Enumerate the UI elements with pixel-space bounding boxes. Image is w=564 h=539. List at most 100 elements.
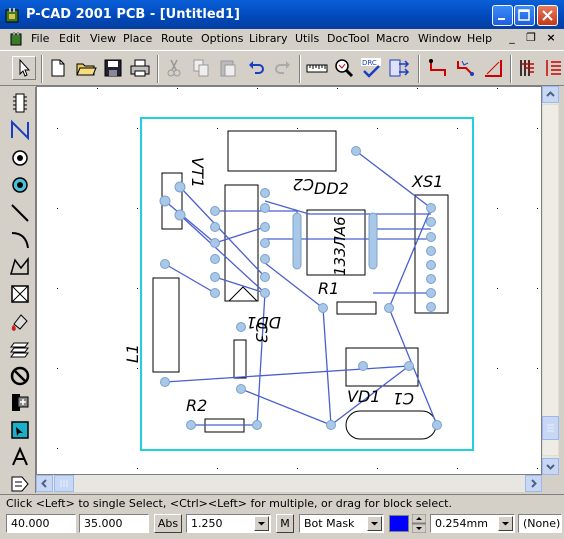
grid-dropdown-button[interactable] [254,516,269,531]
cut-button[interactable] [162,56,186,80]
menu-macro[interactable]: Macro [376,32,409,45]
new-button[interactable] [46,56,70,80]
route-miter-button[interactable] [481,56,505,80]
place-plane-button[interactable] [8,337,32,361]
minimize-icon [498,18,505,20]
vertical-track[interactable] [542,104,559,456]
menu-options[interactable]: Options [201,32,243,45]
spinner-arrows-icon [411,513,427,534]
route-interactive-button[interactable] [454,56,478,80]
place-point-button[interactable] [8,418,32,442]
drc-button[interactable]: DRC [359,56,383,80]
scroll-up-button[interactable] [542,86,559,103]
menu-window[interactable]: Window [418,32,461,45]
chevron-right-icon [531,479,537,488]
route-manual-button[interactable] [427,56,451,80]
connection-icon [11,119,29,141]
status-message: Click <Left> to single Select, <Ctrl><Le… [6,497,452,510]
menu-edit[interactable]: Edit [59,32,80,45]
scroll-right-button[interactable] [525,475,542,492]
copy-button[interactable] [189,56,213,80]
place-room-button[interactable] [8,391,32,415]
menu-place[interactable]: Place [123,32,152,45]
menu-route[interactable]: Route [161,32,193,45]
width-spinner[interactable] [411,513,427,534]
place-keepout-button[interactable] [8,364,32,388]
menu-doctool[interactable]: DocTool [327,32,370,45]
toolbar-separator [41,55,43,83]
zoom-button[interactable] [332,56,356,80]
metric-toggle-button[interactable]: M [276,514,294,533]
netlist-button[interactable] [387,56,411,80]
toolbar-separator [418,55,420,83]
menu-help[interactable]: Help [467,32,492,45]
place-via-button[interactable] [8,173,32,197]
route-multi-button[interactable] [543,56,564,80]
mdi-close-button[interactable]: × [543,31,559,46]
place-connection-button[interactable] [8,118,32,142]
vertical-scrollbar[interactable] [542,86,559,475]
pcad-app-icon [5,8,19,23]
save-button[interactable] [101,56,125,80]
pcb-canvas[interactable]: VT1 DD2 C2 133ЛА6 XS1 R1 DD1 C3 L1 VD1 R… [36,86,542,475]
maximize-icon [518,9,530,21]
minimize-button[interactable] [492,5,513,26]
plane-layers-icon [10,342,29,358]
place-text-button[interactable] [8,445,32,469]
copper-pour-icon [11,314,28,331]
print-button[interactable] [128,56,152,80]
net-select[interactable]: (None) [518,514,562,533]
layer-color-swatch[interactable] [389,515,409,532]
layer-select[interactable]: Bot Mask [299,514,384,533]
select-tool-button[interactable] [12,56,36,80]
abs-toggle-button[interactable]: Abs [154,514,182,533]
menu-file[interactable]: File [31,32,49,45]
place-attribute-button[interactable] [8,472,32,496]
dd1-outline [224,184,259,302]
place-copper-pour-button[interactable] [8,310,32,334]
x-coordinate-field[interactable]: 40.000 [6,514,76,533]
route-manual-icon [429,59,446,76]
width-dropdown-button[interactable] [498,516,513,531]
place-polygon-button[interactable] [8,255,32,279]
vertical-thumb[interactable] [542,416,559,440]
scroll-left-button[interactable] [36,475,53,492]
line-width-select[interactable]: 0.254mm [430,514,515,533]
horizontal-thumb[interactable] [54,475,74,492]
menu-view[interactable]: View [90,32,116,45]
open-button[interactable] [74,56,98,80]
drc-check-icon: DRC [361,58,381,78]
label-vt1: VT1 [188,157,207,188]
attribute-icon [11,476,29,492]
place-cutout-button[interactable] [8,282,32,306]
redo-button[interactable] [271,56,295,80]
pcb-drawing[interactable]: VT1 DD2 C2 133ЛА6 XS1 R1 DD1 C3 L1 VD1 R… [37,87,542,475]
new-file-icon [51,59,65,77]
place-component-button[interactable] [8,91,32,115]
mdi-restore-button[interactable]: ❐ [523,31,539,46]
place-pad-button[interactable] [8,146,32,170]
document-icon[interactable] [10,31,24,46]
undo-button[interactable] [244,56,268,80]
mdi-minimize-button[interactable]: _ [504,31,520,46]
menu-library[interactable]: Library [249,32,287,45]
coordinate-bar: 40.000 35.000 Abs 1.250 M Bot Mask 0.254… [0,512,564,539]
close-button[interactable] [537,5,558,26]
place-line-button[interactable] [8,201,32,225]
label-xs1: XS1 [411,172,443,191]
toolbar-separator [510,55,512,83]
menu-utils[interactable]: Utils [295,32,319,45]
scroll-down-button[interactable] [542,458,559,475]
grid-select[interactable]: 1.250 [186,514,271,533]
horizontal-scrollbar[interactable] [36,475,542,492]
measure-button[interactable] [305,56,329,80]
toolbar-separator [157,55,159,83]
route-bus-button[interactable] [516,56,540,80]
point-icon [11,421,29,439]
text-icon [12,446,28,466]
layer-dropdown-button[interactable] [367,516,382,531]
maximize-button[interactable] [514,5,535,26]
y-coordinate-field[interactable]: 35.000 [79,514,149,533]
place-arc-button[interactable] [8,228,32,252]
paste-button[interactable] [216,56,240,80]
